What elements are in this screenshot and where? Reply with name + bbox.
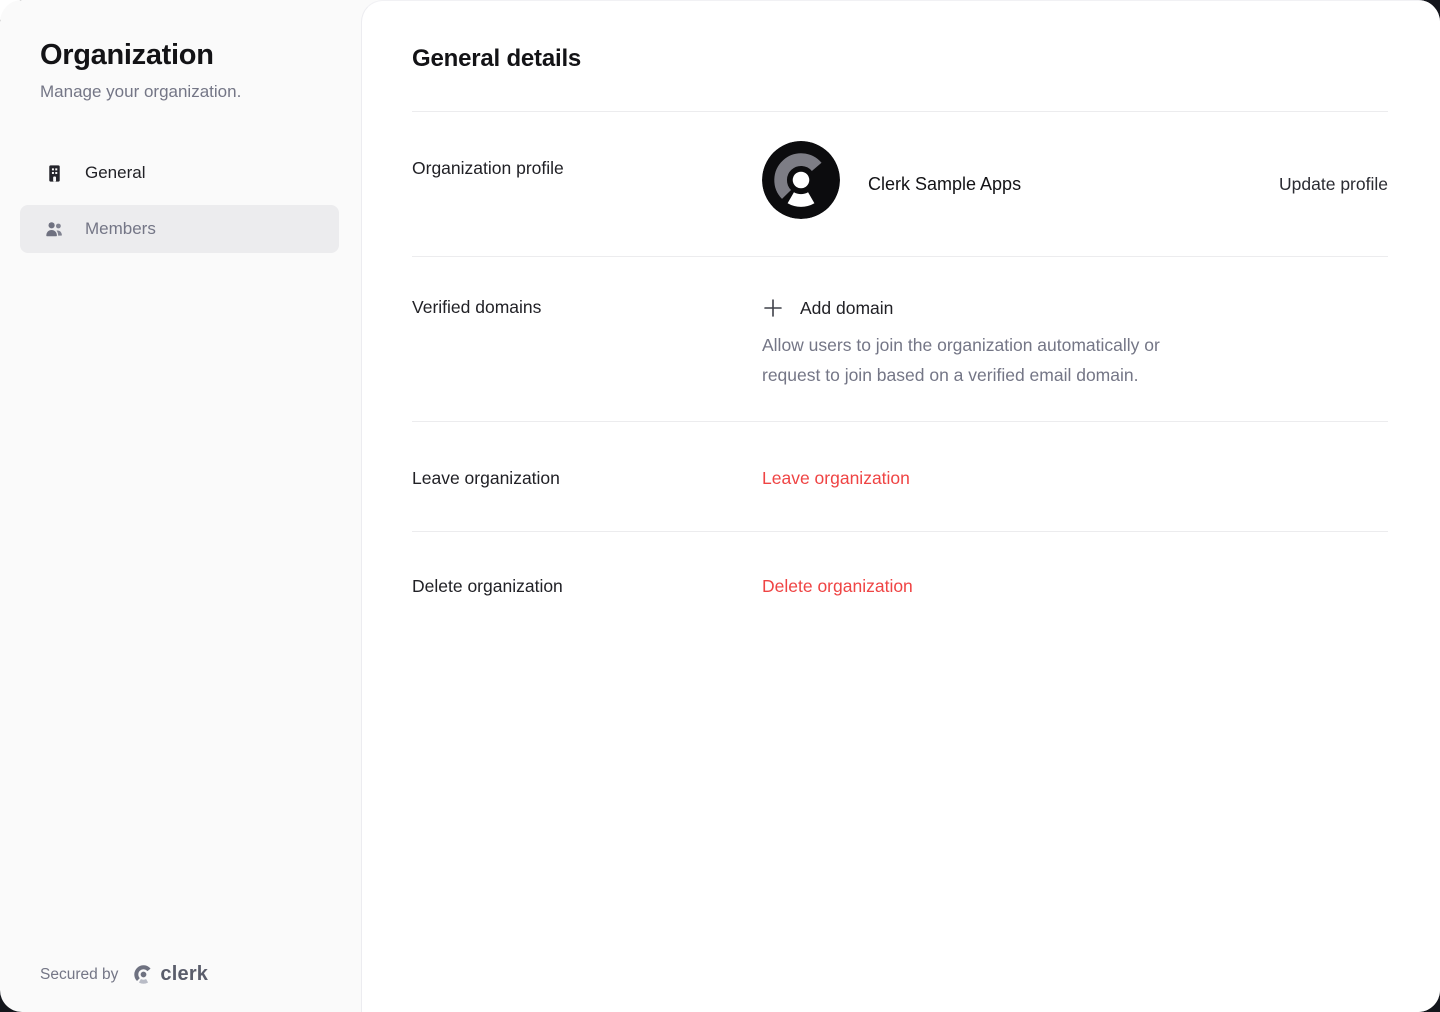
profile-content: Clerk Sample Apps Update profile <box>762 149 1388 219</box>
general-details-panel: General details Organization profile Cle… <box>361 0 1440 1012</box>
add-domain-button[interactable]: Add domain <box>762 296 1388 320</box>
organization-avatar <box>762 141 840 219</box>
sidebar-header: Organization Manage your organization. <box>40 38 339 103</box>
description-line: Allow users to join the organization aut… <box>762 330 1388 360</box>
description-line: request to join based on a verified emai… <box>762 360 1388 390</box>
delete-organization-button[interactable]: Delete organization <box>762 575 913 597</box>
sidebar-item-general[interactable]: General <box>20 149 339 197</box>
organization-name: Clerk Sample Apps <box>868 174 1021 195</box>
organization-profile-row: Organization profile Clerk Sample Apps U… <box>412 112 1388 257</box>
row-label: Organization profile <box>412 149 762 219</box>
clerk-wordmark: clerk <box>160 963 208 986</box>
row-label: Leave organization <box>412 467 762 489</box>
row-label: Verified domains <box>412 296 762 390</box>
secured-by-label: Secured by <box>40 966 118 984</box>
sidebar-nav: General Members <box>20 149 339 253</box>
leave-organization-row: Leave organization Leave organization <box>412 422 1388 532</box>
leave-organization-button[interactable]: Leave organization <box>762 467 910 489</box>
building-icon <box>44 163 64 183</box>
users-icon <box>44 219 64 239</box>
domains-content: Add domain Allow users to join the organ… <box>762 296 1388 390</box>
leave-content: Leave organization <box>762 467 1388 489</box>
add-domain-label: Add domain <box>800 296 893 320</box>
clerk-logo-icon <box>132 963 155 986</box>
sidebar: Organization Manage your organization. G… <box>0 0 361 1012</box>
section-title: General details <box>412 45 1388 73</box>
verified-domains-row: Verified domains Add domain Allow users … <box>412 257 1388 422</box>
domains-description: Allow users to join the organization aut… <box>762 330 1388 390</box>
sidebar-item-label: General <box>85 163 145 183</box>
sidebar-item-members[interactable]: Members <box>20 205 339 253</box>
sidebar-footer: Secured by clerk <box>40 963 208 986</box>
row-label: Delete organization <box>412 575 762 597</box>
update-profile-button[interactable]: Update profile <box>1279 174 1388 195</box>
sidebar-item-label: Members <box>85 219 156 239</box>
page-subtitle: Manage your organization. <box>40 81 339 103</box>
clerk-brand-link[interactable]: clerk <box>132 963 208 986</box>
page-title: Organization <box>40 38 339 72</box>
plus-icon <box>762 297 784 319</box>
main-header: General details <box>412 45 1388 112</box>
delete-content: Delete organization <box>762 575 1388 597</box>
organization-profile-modal: Organization Manage your organization. G… <box>0 0 1440 1012</box>
delete-organization-row: Delete organization Delete organization <box>412 532 1388 657</box>
